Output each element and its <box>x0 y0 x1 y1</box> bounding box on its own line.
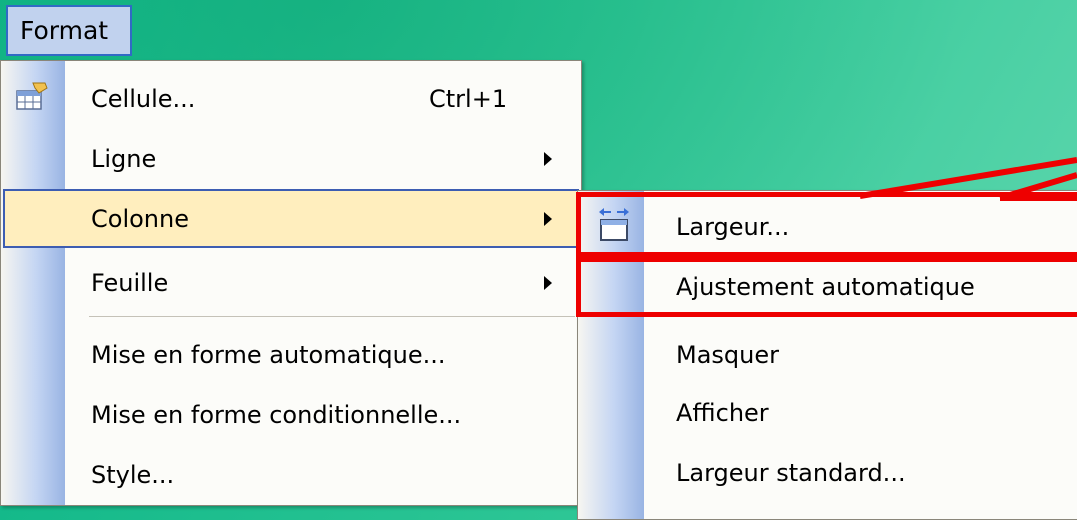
format-cells-icon <box>15 81 49 117</box>
menu-item-label: Masquer <box>676 340 779 369</box>
menu-item-style[interactable]: Style... <box>3 445 579 504</box>
colonne-submenu: Largeur... Ajustement automatique Masque… <box>577 190 1077 520</box>
menu-item-ajustement-automatique[interactable]: Ajustement automatique <box>580 257 1077 316</box>
menu-item-ligne[interactable]: Ligne <box>3 129 579 188</box>
menu-item-largeur[interactable]: Largeur... <box>580 197 1077 256</box>
submenu-arrow-icon <box>544 151 552 166</box>
menu-item-largeur-standard[interactable]: Largeur standard... <box>580 443 1077 502</box>
menu-item-afficher[interactable]: Afficher <box>580 383 1077 442</box>
menu-item-label: Colonne <box>91 204 189 233</box>
menu-format[interactable]: Format <box>6 5 132 56</box>
menu-item-label: Mise en forme conditionnelle... <box>91 400 462 429</box>
menu-item-label: Mise en forme automatique... <box>91 340 446 369</box>
menu-item-colonne[interactable]: Colonne <box>3 189 579 248</box>
format-menu: Cellule... Ctrl+1 Ligne Colonne Feuille … <box>0 60 582 506</box>
menu-item-label: Feuille <box>91 268 169 297</box>
menu-item-mise-en-forme-automatique[interactable]: Mise en forme automatique... <box>3 325 579 384</box>
menu-item-masquer[interactable]: Masquer <box>580 325 1077 384</box>
submenu-arrow-icon <box>544 275 552 290</box>
menu-item-feuille[interactable]: Feuille <box>3 253 579 312</box>
menu-item-label: Ligne <box>91 144 157 173</box>
menu-item-label: Largeur standard... <box>676 458 906 487</box>
submenu-arrow-icon <box>544 211 552 226</box>
menu-separator <box>89 316 575 317</box>
menu-item-label: Cellule... <box>91 84 196 113</box>
column-width-icon <box>597 205 631 249</box>
menu-item-label: Largeur... <box>676 212 790 241</box>
menu-item-shortcut: Ctrl+1 <box>429 84 508 113</box>
menu-item-label: Ajustement automatique <box>676 272 975 301</box>
menu-item-label: Afficher <box>676 398 769 427</box>
menu-item-cellule[interactable]: Cellule... Ctrl+1 <box>3 69 579 128</box>
menu-item-label: Style... <box>91 460 175 489</box>
menu-item-mise-en-forme-conditionnelle[interactable]: Mise en forme conditionnelle... <box>3 385 579 444</box>
